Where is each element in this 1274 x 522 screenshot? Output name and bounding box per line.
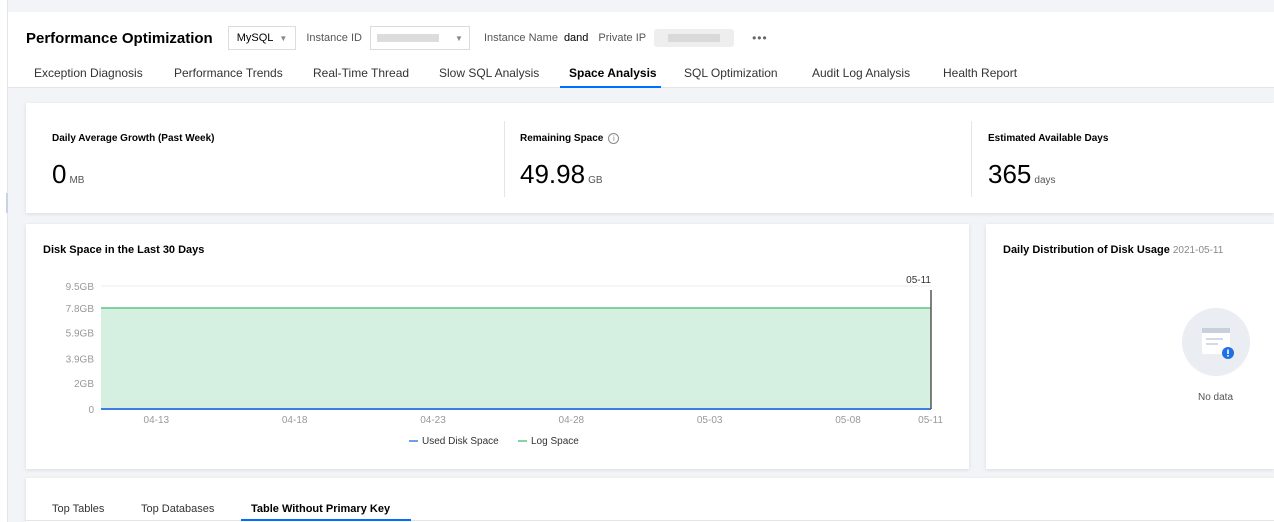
y-tick-label: 0: [88, 405, 94, 416]
stat-number: 0: [52, 159, 67, 189]
y-tick-label: 5.9GB: [66, 329, 95, 340]
more-options-icon[interactable]: •••: [752, 31, 768, 45]
disk-space-chart-card: Disk Space in the Last 30 Days 0 2GB 3.9GB…: [26, 224, 969, 469]
table-tabs-card: Top Tables Top Databases Table Without P…: [26, 478, 1274, 522]
divider: [971, 121, 972, 197]
distribution-date: 2021-05-11: [1172, 245, 1224, 256]
instance-name-value: dand: [563, 32, 589, 44]
chevron-down-icon: ▼: [455, 33, 463, 43]
left-sidebar-edge: [0, 0, 8, 522]
x-tick-label: 05-03: [697, 415, 723, 426]
db-type-select[interactable]: MySQL ▼: [227, 26, 297, 50]
x-tick-label: 05-08: [835, 415, 861, 426]
y-tick-label: 9.5GB: [66, 282, 95, 293]
no-data-text: No data: [1198, 392, 1234, 403]
x-tick-label: 05-11: [918, 415, 943, 426]
redacted-instance-id: [376, 34, 439, 42]
stat-number: 365: [988, 159, 1032, 189]
tab-sql-optimization[interactable]: SQL Optimization: [684, 66, 778, 80]
tab-real-time-thread[interactable]: Real-Time Thread: [313, 66, 409, 80]
tab-bar-divider: [26, 520, 1274, 521]
stats-card: Daily Average Growth (Past Week) 0 MB Rem…: [26, 103, 1274, 213]
stat-label: Daily Average Growth (Past Week): [52, 133, 215, 144]
x-tick-label: 04-13: [144, 415, 170, 426]
sidebar-indicator: [6, 193, 8, 213]
divider: [504, 121, 505, 197]
hover-date-label: 05-11: [906, 275, 931, 286]
stat-number: 49.98: [520, 159, 586, 189]
instance-name-label: Instance Name: [483, 32, 558, 44]
tab-top-databases[interactable]: Top Databases: [141, 503, 214, 515]
active-tab-indicator: [241, 519, 411, 521]
legend-label-log: Log Space: [531, 436, 579, 447]
stat-value: 49.98 GB: [520, 159, 619, 190]
distribution-title-row: Daily Distribution of Disk Usage 2021-05-…: [1003, 244, 1223, 256]
instance-id-label: Instance ID: [306, 32, 362, 44]
stat-unit: GB: [588, 175, 603, 186]
stat-unit: MB: [69, 175, 85, 186]
header-toolbar: Performance Optimization MySQL ▼ Instanc…: [26, 25, 768, 51]
stat-value: 365 days: [988, 159, 1108, 190]
stat-label: Estimated Available Days: [988, 133, 1109, 144]
private-ip-label: Private IP: [598, 32, 647, 44]
stat-daily-growth: Daily Average Growth (Past Week) 0 MB: [52, 133, 214, 190]
stat-label-row: Remaining Space i: [520, 133, 620, 144]
x-tick-label: 04-23: [420, 415, 446, 426]
page-header: Performance Optimization MySQL ▼ Instanc…: [8, 12, 1274, 88]
main-tabs: Exception Diagnosis Performance Trends R…: [8, 60, 1274, 88]
disk-distribution-card: Daily Distribution of Disk Usage 2021-05-…: [986, 224, 1274, 469]
page-title: Performance Optimization: [26, 29, 213, 47]
tab-performance-trends[interactable]: Performance Trends: [174, 66, 283, 80]
stat-remaining-space: Remaining Space i 49.98 GB: [520, 133, 620, 190]
tab-audit-log-analysis[interactable]: Audit Log Analysis: [812, 66, 910, 80]
instance-id-select[interactable]: ▼: [369, 26, 470, 50]
disk-space-chart[interactable]: 0 2GB 3.9GB 5.9GB 7.8GB 9.5GB 05-11 04-13 04-18 0…: [26, 224, 969, 469]
distribution-title: Daily Distribution of Disk Usage: [1003, 244, 1170, 256]
y-tick-label: 2GB: [74, 379, 94, 390]
info-circle-icon[interactable]: i: [608, 133, 620, 144]
log-space-area: [101, 308, 931, 409]
stat-label: Remaining Space: [520, 133, 604, 144]
chevron-down-icon: ▼: [279, 33, 288, 43]
tab-table-without-primary-key[interactable]: Table Without Primary Key: [251, 503, 390, 515]
tab-slow-sql-analysis[interactable]: Slow SQL Analysis: [439, 66, 539, 80]
x-tick-label: 04-18: [282, 415, 308, 426]
x-tick-label: 04-28: [559, 415, 585, 426]
stat-value: 0 MB: [52, 159, 214, 190]
db-type-value: MySQL: [236, 32, 274, 44]
tab-health-report[interactable]: Health Report: [943, 66, 1017, 80]
legend-label-used: Used Disk Space: [422, 436, 499, 447]
empty-document-icon: [1182, 308, 1250, 376]
stat-estimated-days: Estimated Available Days 365 days: [988, 133, 1108, 190]
tab-space-analysis[interactable]: Space Analysis: [569, 66, 657, 80]
tab-exception-diagnosis[interactable]: Exception Diagnosis: [34, 66, 143, 80]
stat-unit: days: [1034, 175, 1056, 186]
tab-top-tables[interactable]: Top Tables: [52, 503, 104, 515]
active-tab-indicator: [560, 86, 661, 88]
redacted-private-ip: [654, 29, 735, 47]
y-tick-label: 3.9GB: [66, 355, 95, 366]
y-tick-label: 7.8GB: [66, 304, 95, 315]
